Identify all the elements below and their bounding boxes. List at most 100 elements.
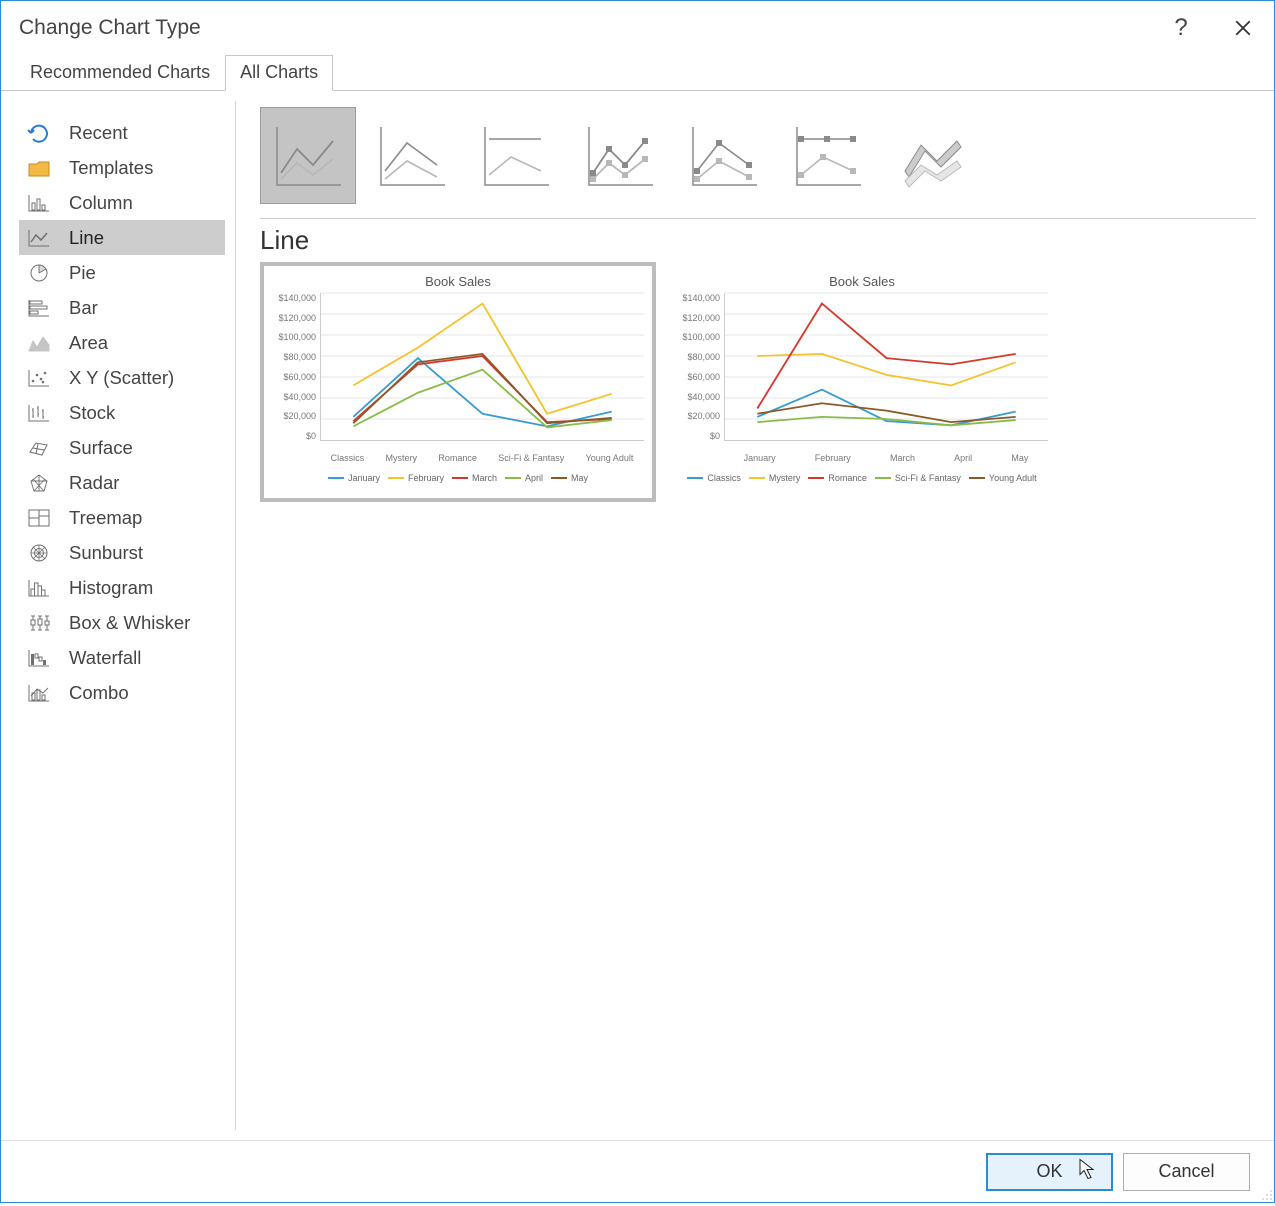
y-axis: $0$20,000$40,000$60,000$80,000$100,000$1…: [676, 293, 724, 441]
main-panel: Line Book Sales $0$20,000$40,000$60,000$8…: [236, 91, 1274, 1140]
category-label: Pie: [69, 262, 96, 284]
category-label: Column: [69, 192, 133, 214]
cancel-button[interactable]: Cancel: [1123, 1153, 1250, 1191]
category-scatter[interactable]: X Y (Scatter): [19, 360, 225, 395]
category-histogram[interactable]: Histogram: [19, 570, 225, 605]
legend: Classics Mystery Romance Sci-Fi & Fantasy Yo…: [676, 473, 1048, 483]
sunburst-icon: [25, 541, 53, 565]
dialog-body: Recent Templates Column Line Pie Bar Area X Y (…: [1, 91, 1274, 1140]
combo-icon: [25, 681, 53, 705]
category-area[interactable]: Area: [19, 325, 225, 360]
tabs: Recommended ChartsAll Charts: [1, 55, 1274, 91]
category-label: Box & Whisker: [69, 612, 190, 634]
plot-area: [724, 293, 1048, 441]
legend-item: April: [505, 473, 543, 483]
chart-subtype-title: Line: [260, 225, 1256, 256]
tab-all-charts[interactable]: All Charts: [225, 55, 333, 91]
x-axis: ClassicsMysteryRomanceSci-Fi & FantasyYo…: [272, 453, 644, 463]
legend-item: May: [551, 473, 588, 483]
subtype-line-with-markers[interactable]: [572, 107, 668, 204]
recent-icon: [25, 121, 53, 145]
templates-icon: [25, 156, 53, 180]
category-label: Surface: [69, 437, 133, 459]
column-icon: [25, 191, 53, 215]
chart-category-list: Recent Templates Column Line Pie Bar Area X Y (…: [1, 101, 236, 1130]
divider: [260, 218, 1256, 219]
category-treemap[interactable]: Treemap: [19, 500, 225, 535]
change-chart-type-dialog: Change Chart Type ? Recommended ChartsAl…: [0, 0, 1275, 1203]
category-surface[interactable]: Surface: [19, 430, 225, 465]
category-boxwhisker[interactable]: Box & Whisker: [19, 605, 225, 640]
dialog-title: Change Chart Type: [19, 16, 1160, 40]
surface-icon: [25, 436, 53, 460]
bar-icon: [25, 296, 53, 320]
treemap-icon: [25, 506, 53, 530]
plot-area: [320, 293, 644, 441]
subtype-line[interactable]: [260, 107, 356, 204]
category-stock[interactable]: Stock: [19, 395, 225, 430]
subtype-100-stacked-line-with-markers[interactable]: [780, 107, 876, 204]
scatter-icon: [25, 366, 53, 390]
legend-item: Young Adult: [969, 473, 1037, 483]
category-label: Stock: [69, 402, 115, 424]
legend-item: February: [388, 473, 444, 483]
legend-item: Romance: [808, 473, 867, 483]
stock-icon: [25, 401, 53, 425]
cancel-label: Cancel: [1158, 1161, 1214, 1182]
waterfall-icon: [25, 646, 53, 670]
legend: January February March April May: [272, 473, 644, 483]
legend-item: Mystery: [749, 473, 801, 483]
chart-preview-row: Book Sales $0$20,000$40,000$60,000$80,000…: [260, 262, 1256, 502]
chart-title: Book Sales: [676, 274, 1048, 289]
dialog-footer: OK Cancel: [1, 1140, 1274, 1202]
category-line[interactable]: Line: [19, 220, 225, 255]
category-label: Treemap: [69, 507, 142, 529]
chart-preview[interactable]: Book Sales $0$20,000$40,000$60,000$80,000…: [664, 262, 1060, 502]
legend-item: Classics: [687, 473, 741, 483]
chart-preview[interactable]: Book Sales $0$20,000$40,000$60,000$80,000…: [260, 262, 656, 502]
titlebar: Change Chart Type ?: [1, 1, 1274, 55]
category-column[interactable]: Column: [19, 185, 225, 220]
category-radar[interactable]: Radar: [19, 465, 225, 500]
category-templates[interactable]: Templates: [19, 150, 225, 185]
category-recent[interactable]: Recent: [19, 115, 225, 150]
category-pie[interactable]: Pie: [19, 255, 225, 290]
category-label: Line: [69, 227, 104, 249]
subtype-stacked-line[interactable]: [364, 107, 460, 204]
category-label: Bar: [69, 297, 98, 319]
pie-icon: [25, 261, 53, 285]
legend-item: January: [328, 473, 380, 483]
category-label: Waterfall: [69, 647, 141, 669]
category-sunburst[interactable]: Sunburst: [19, 535, 225, 570]
category-label: Sunburst: [69, 542, 143, 564]
histogram-icon: [25, 576, 53, 600]
category-label: Histogram: [69, 577, 153, 599]
help-button[interactable]: ?: [1160, 7, 1202, 49]
y-axis: $0$20,000$40,000$60,000$80,000$100,000$1…: [272, 293, 320, 441]
tab-recommended-charts[interactable]: Recommended Charts: [15, 55, 225, 90]
subtype-100-stacked-line[interactable]: [468, 107, 564, 204]
ok-button[interactable]: OK: [986, 1153, 1113, 1191]
boxwhisker-icon: [25, 611, 53, 635]
line-icon: [25, 226, 53, 250]
subtype-3d-line[interactable]: [884, 107, 980, 204]
chart-title: Book Sales: [272, 274, 644, 289]
category-label: Radar: [69, 472, 119, 494]
category-label: Area: [69, 332, 108, 354]
area-icon: [25, 331, 53, 355]
close-button[interactable]: [1222, 7, 1264, 49]
category-label: X Y (Scatter): [69, 367, 174, 389]
category-label: Combo: [69, 682, 129, 704]
category-waterfall[interactable]: Waterfall: [19, 640, 225, 675]
subtype-stacked-line-with-markers[interactable]: [676, 107, 772, 204]
legend-item: March: [452, 473, 497, 483]
category-label: Templates: [69, 157, 153, 179]
legend-item: Sci-Fi & Fantasy: [875, 473, 961, 483]
ok-label: OK: [1036, 1161, 1062, 1182]
chart-subtype-row: [260, 107, 1256, 204]
category-combo[interactable]: Combo: [19, 675, 225, 710]
x-axis: JanuaryFebruaryMarchAprilMay: [676, 453, 1048, 463]
radar-icon: [25, 471, 53, 495]
resize-grip-icon[interactable]: [1259, 1187, 1273, 1201]
category-bar[interactable]: Bar: [19, 290, 225, 325]
